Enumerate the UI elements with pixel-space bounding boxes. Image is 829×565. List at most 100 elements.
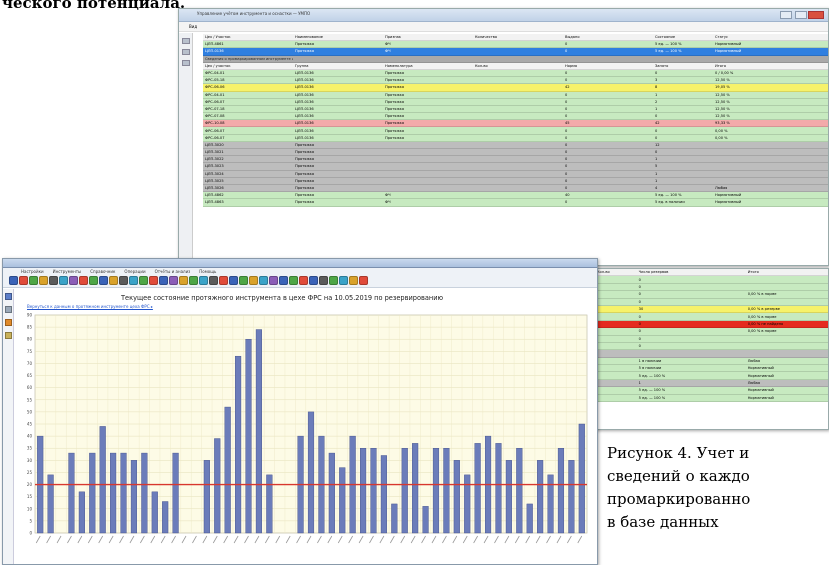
table-row[interactable]: ЦЛП-4862 Протяжка ФЧ 40 5 ед. — 100 % Нормати… [203,192,828,200]
toolbar-button-icon[interactable] [199,276,208,285]
chart-icon[interactable] [5,293,12,300]
toolbar-button-icon[interactable] [179,276,188,285]
toolbar-button-icon[interactable] [259,276,268,285]
table-row[interactable]: ФРС-05-18 ЦЛП-0136 Протяжка 0 3 12,50 % [203,77,828,85]
toolbar-button-icon[interactable] [309,276,318,285]
chart-menu-item[interactable]: Настройки [21,269,44,274]
toolbar-button-icon[interactable] [9,276,18,285]
toolbar-button-icon[interactable] [129,276,138,285]
maximize-icon[interactable] [795,11,807,19]
toolbar-button-icon[interactable] [29,276,38,285]
toolbar-button-icon[interactable] [239,276,248,285]
toolbar-button-icon[interactable] [69,276,78,285]
chart-menu-item[interactable]: Отчёты и анализ [155,269,191,274]
chart-menu-item[interactable]: Справочник [90,269,115,274]
table-row[interactable]: 30 0,00 % в резерве [595,305,828,314]
table-row[interactable]: 5 в наличии Нормативный [595,365,828,373]
toolbar-button-icon[interactable] [249,276,258,285]
toolbar-button-icon[interactable] [59,276,68,285]
toolbar-button-icon[interactable] [159,276,168,285]
table-row[interactable]: ЦЛП-3026 Протяжка 0 4 Любая [203,184,828,193]
table-row[interactable]: 5 ед. — 100 % Нормативный [595,394,828,403]
table-row[interactable]: ФРС-04-01 ЦЛП-0136 Протяжка 0 0 0 / 0,00 % [203,69,828,78]
y-tick-label: 55 [27,397,33,402]
toolbar-button-icon[interactable] [219,276,228,285]
table-row[interactable]: 1 Любая [595,379,828,388]
toolbar-button-icon[interactable] [119,276,128,285]
table-row[interactable]: 0 [595,298,828,306]
toolbar-button-icon[interactable] [319,276,328,285]
table-row[interactable]: ЦЛП-4863 Протяжка ФЧ 0 5 ед. в наличии Нормат… [203,199,828,207]
toolbar-button-icon[interactable] [149,276,158,285]
toolbar-button-icon[interactable] [109,276,118,285]
settings-icon[interactable] [5,332,12,339]
toolbar-button-icon[interactable] [79,276,88,285]
table-row[interactable]: ФРС-07-18 ЦЛП-0136 Протяжка 0 1 12,50 % [203,105,828,114]
table-row[interactable]: 0 0,00 % в норме [595,291,828,299]
table-row[interactable]: ФРС-06-07 ЦЛП-0136 Протяжка 0 0 0,00 % [203,127,828,135]
x-tick-label [348,535,354,544]
toolbar-button-icon[interactable] [359,276,368,285]
toolbar-button-icon[interactable] [49,276,58,285]
table-row[interactable]: ФРС-06-07 ЦЛП-0136 Протяжка 0 2 12,50 % [203,98,828,106]
toolbar-button-icon[interactable] [139,276,148,285]
table-row[interactable]: ЦЛП-4861 Протяжка ФЧ 0 5 ед. — 100 % Норматив… [203,41,828,49]
table-row[interactable]: ФРС-07-08 ЦЛП-0136 Протяжка 0 0 12,50 % [203,113,828,121]
table-row[interactable]: ФРС-06-07 ЦЛП-0136 Протяжка 0 0 0,00 % [203,134,828,142]
table-cell: Итого [747,270,759,275]
toolbar-button-icon[interactable] [329,276,338,285]
toolbar-button-icon[interactable] [189,276,198,285]
table-row[interactable]: 0 0,00 % в норме [595,328,828,336]
table-row[interactable]: 0 [595,283,828,292]
table-row[interactable]: 5 ед. — 100 % Нормативный [595,372,828,380]
chart-menu-item[interactable]: Операции [124,269,145,274]
table-row[interactable] [595,350,828,358]
table-row[interactable]: ЦЛП-3022 Протяжка 0 1 [203,156,828,164]
table-cell: 5 ед. — 100 % [638,373,666,378]
toolbar-button-icon[interactable] [279,276,288,285]
refresh-icon[interactable] [182,38,190,44]
toolbar-button-icon[interactable] [89,276,98,285]
toolbar-button-icon[interactable] [209,276,218,285]
table-cell: Любая [747,381,761,386]
filter-icon[interactable] [182,49,190,55]
table-row[interactable]: ЦЛП-3024 Протяжка 0 1 [203,170,828,178]
chart-menu-item[interactable]: Помощь [199,269,216,274]
minimize-icon[interactable] [780,11,792,19]
toolbar-button-icon[interactable] [229,276,238,285]
table-row[interactable]: 0 0,00 % не найдено [595,320,828,329]
close-icon[interactable] [808,11,824,19]
toolbar-button-icon[interactable] [299,276,308,285]
table-row[interactable]: 0 0,00 % в норме [595,313,828,321]
toolbar-button-icon[interactable] [39,276,48,285]
toolbar-button-icon[interactable] [349,276,358,285]
table-row[interactable]: ФРС-10-08 ЦЛП-0136 Протяжка 45 42 93,33 % [203,120,828,128]
toolbar-button-icon[interactable] [339,276,348,285]
table-row[interactable]: 5 ед. — 100 % Нормативный [595,387,828,395]
table-row[interactable]: ЦЛП-3021 Протяжка 0 0 [203,149,828,157]
table-cell: 0 [565,114,568,119]
chart-menu-item[interactable]: Инструменты [53,269,82,274]
toolbar-button-icon[interactable] [289,276,298,285]
table-icon[interactable] [5,306,12,313]
table-row[interactable]: ФРС-04-01 ЦЛП-0136 Протяжка 0 1 12,50 % [203,91,828,99]
table-cell: 42 [655,121,660,126]
menu-item-view[interactable]: Вид [189,24,197,29]
table-row[interactable]: ФРС-06-06 ЦЛП-0136 Протяжка 42 8 19,05 % [203,84,828,92]
table-row[interactable]: 0 [595,335,828,343]
table-row[interactable]: 1 в наличии Любая [595,357,828,366]
table-row[interactable]: ЦЛП-0136 Протяжка ФЧ 0 5 ед. — 100 % Норматив… [203,48,828,56]
toolbar-button-icon[interactable] [99,276,108,285]
table-row[interactable]: ЦЛП-3025 Протяжка 0 1 [203,177,828,185]
table-row[interactable]: ЦЛП-3020 Протяжка 0 12 [203,141,828,149]
toolbar-button-icon[interactable] [269,276,278,285]
toolbar-button-icon[interactable] [19,276,28,285]
print-icon[interactable] [182,60,190,66]
table-cell: 5 в наличии [638,366,662,371]
table-row[interactable]: 0 [595,342,828,351]
table-row[interactable]: 0 [595,276,828,284]
toolbar-button-icon[interactable] [169,276,178,285]
table-row[interactable]: Сведения о промаркированном инструменте … [203,55,828,63]
export-icon[interactable] [5,319,12,326]
table-row[interactable]: ЦЛП-3023 Протяжка 0 5 [203,163,828,171]
